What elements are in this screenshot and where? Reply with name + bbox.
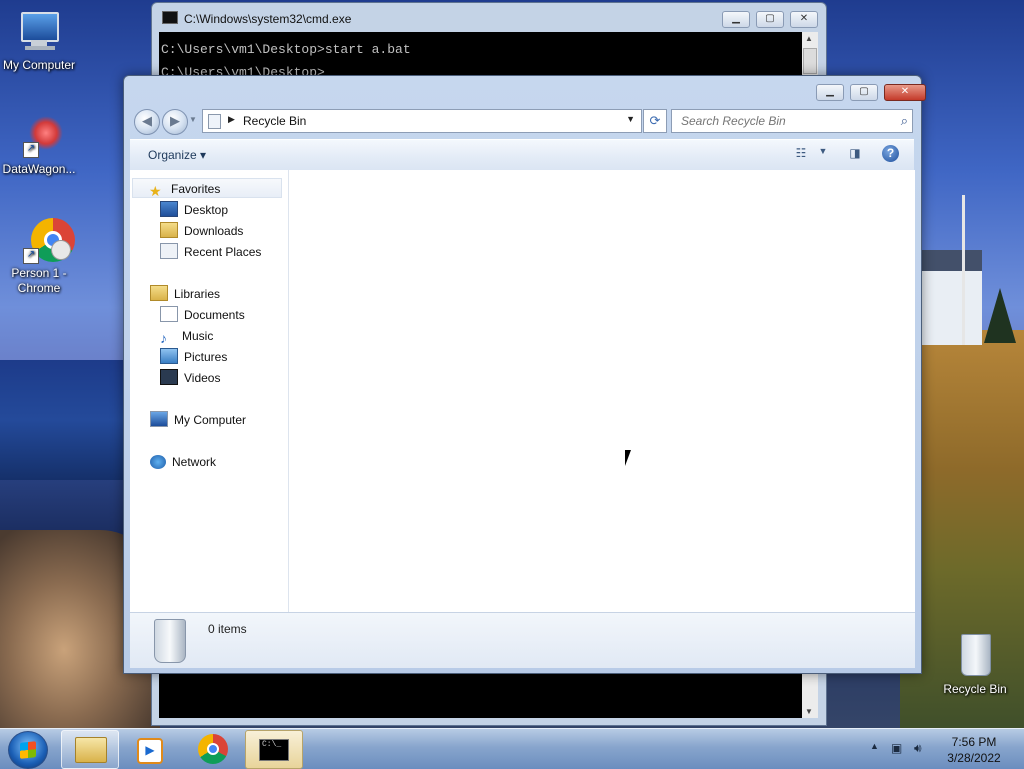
nav-documents[interactable]: Documents [160,305,245,325]
wallpaper-tree [984,288,1016,343]
details-pane: 0 items [130,612,915,668]
desktop-icon-recycle-bin[interactable]: Recycle Bin [936,632,1014,697]
address-dropdown-icon[interactable]: ▼ [626,114,635,124]
navigation-pane: ★ Favorites Desktop Downloads Recent Plac… [130,170,289,612]
mouse-cursor-icon [625,450,631,466]
command-bar: Organize ▾ ☷ ▼ ◨ ? [130,139,914,171]
cmd-maximize-button[interactable]: ▢ [756,11,784,28]
taskbar: ▶ C:\_ ▲ ▣ 🔊︎ 7:56 PM 3/28/2022 [0,728,1024,769]
desktop-icon-chrome[interactable]: ↗ Person 1 - Chrome [0,216,78,296]
scroll-up-arrow-icon[interactable]: ▲ [805,34,813,43]
search-input[interactable] [679,113,883,129]
desktop-icon-label: DataWagon... [2,162,76,176]
search-box[interactable]: ⌕ [671,109,913,133]
explorer-window[interactable]: ▁ ▢ ✕ ◀ ▶ ▼ ▶ Recycle Bin ▼ ⟳ ⌕ Organize… [123,75,926,674]
clock-date: 3/28/2022 [947,751,1001,765]
cmd-title: C:\Windows\system32\cmd.exe [162,11,351,26]
organize-button[interactable]: Organize ▾ [148,148,206,162]
recycle-bin-small-icon [208,114,221,129]
taskbar-media-player[interactable]: ▶ [121,730,177,767]
nav-favorites[interactable]: ★ Favorites [132,178,282,198]
show-hidden-icons-icon[interactable]: ▲ [870,741,879,751]
clock[interactable]: 7:56 PM 3/28/2022 [938,734,1010,766]
console-line: C:\Users\vm1\Desktop>start a.bat [161,42,411,57]
music-note-icon: ♪ [160,330,167,346]
explorer-close-button[interactable]: ✕ [884,84,926,101]
media-player-icon: ▶ [137,738,163,764]
chrome-taskbar-icon [198,734,228,764]
nav-libraries[interactable]: Libraries [150,284,220,304]
breadcrumb-separator-icon[interactable]: ▶ [228,114,235,125]
downloads-folder-icon [160,222,178,238]
folder-icon [75,737,107,763]
volume-icon[interactable]: 🔊︎ [914,741,922,756]
view-options-icon[interactable]: ☷ [792,146,810,162]
explorer-minimize-button[interactable]: ▁ [816,84,844,101]
nav-pictures[interactable]: Pictures [160,347,227,367]
network-tray-icon[interactable]: ▣ [891,741,902,755]
chrome-icon: ↗ [15,216,75,264]
nav-my-computer[interactable]: My Computer [150,410,246,430]
cmd-taskbar-icon: C:\_ [259,739,289,761]
documents-icon [160,306,178,322]
search-icon[interactable]: ⌕ [901,113,908,129]
desktop-icon-label: My Computer [2,58,76,72]
address-bar[interactable]: ▶ Recycle Bin ▼ [202,109,642,133]
console-icon [162,11,178,24]
datawagon-icon: ↗ [15,112,63,160]
network-icon [150,455,166,469]
desktop-icon-label: Person 1 - Chrome [11,266,67,295]
nav-desktop[interactable]: Desktop [160,200,228,220]
nav-videos[interactable]: Videos [160,368,220,388]
item-count: 0 items [208,622,247,636]
recent-pages-chevron-icon[interactable]: ▼ [189,115,197,124]
desktop-icon-datawagon[interactable]: ↗ DataWagon... [0,112,78,177]
videos-icon [160,369,178,385]
wallpaper-house [922,250,982,345]
preview-pane-icon[interactable]: ◨ [846,146,864,162]
star-icon: ★ [149,183,162,199]
cmd-minimize-button[interactable]: ▁ [722,11,750,28]
back-button[interactable]: ◀ [134,109,160,135]
recycle-bin-icon [951,632,999,680]
scroll-down-arrow-icon[interactable]: ▼ [805,707,813,716]
taskbar-explorer[interactable] [61,730,119,769]
recycle-bin-large-icon [154,619,186,663]
nav-downloads[interactable]: Downloads [160,221,243,241]
explorer-maximize-button[interactable]: ▢ [850,84,878,101]
view-dropdown-icon[interactable]: ▼ [814,146,832,162]
pictures-icon [160,348,178,364]
breadcrumb-recycle-bin[interactable]: Recycle Bin [243,114,306,128]
nav-music[interactable]: ♪ Music [160,326,213,346]
desktop-icon-my-computer[interactable]: My Computer [0,8,78,73]
cmd-close-button[interactable]: ✕ [790,11,818,28]
computer-icon [15,8,63,56]
nav-recent-places[interactable]: Recent Places [160,242,261,262]
cmd-scroll-thumb[interactable] [803,48,817,74]
taskbar-cmd[interactable]: C:\_ [245,730,303,769]
libraries-icon [150,285,168,301]
file-list-pane[interactable] [289,170,915,612]
help-icon[interactable]: ? [882,145,899,162]
desktop-folder-icon [160,201,178,217]
clock-time: 7:56 PM [951,735,997,749]
taskbar-chrome[interactable] [185,730,241,767]
start-button[interactable] [8,731,48,769]
refresh-button[interactable]: ⟳ [643,109,667,133]
forward-button[interactable]: ▶ [162,109,188,135]
nav-network[interactable]: Network [150,452,216,472]
computer-small-icon [150,411,168,427]
desktop-icon-label: Recycle Bin [943,682,1007,696]
windows-logo-icon [20,741,36,759]
recent-places-icon [160,243,178,259]
wallpaper-flagpole [962,195,965,345]
